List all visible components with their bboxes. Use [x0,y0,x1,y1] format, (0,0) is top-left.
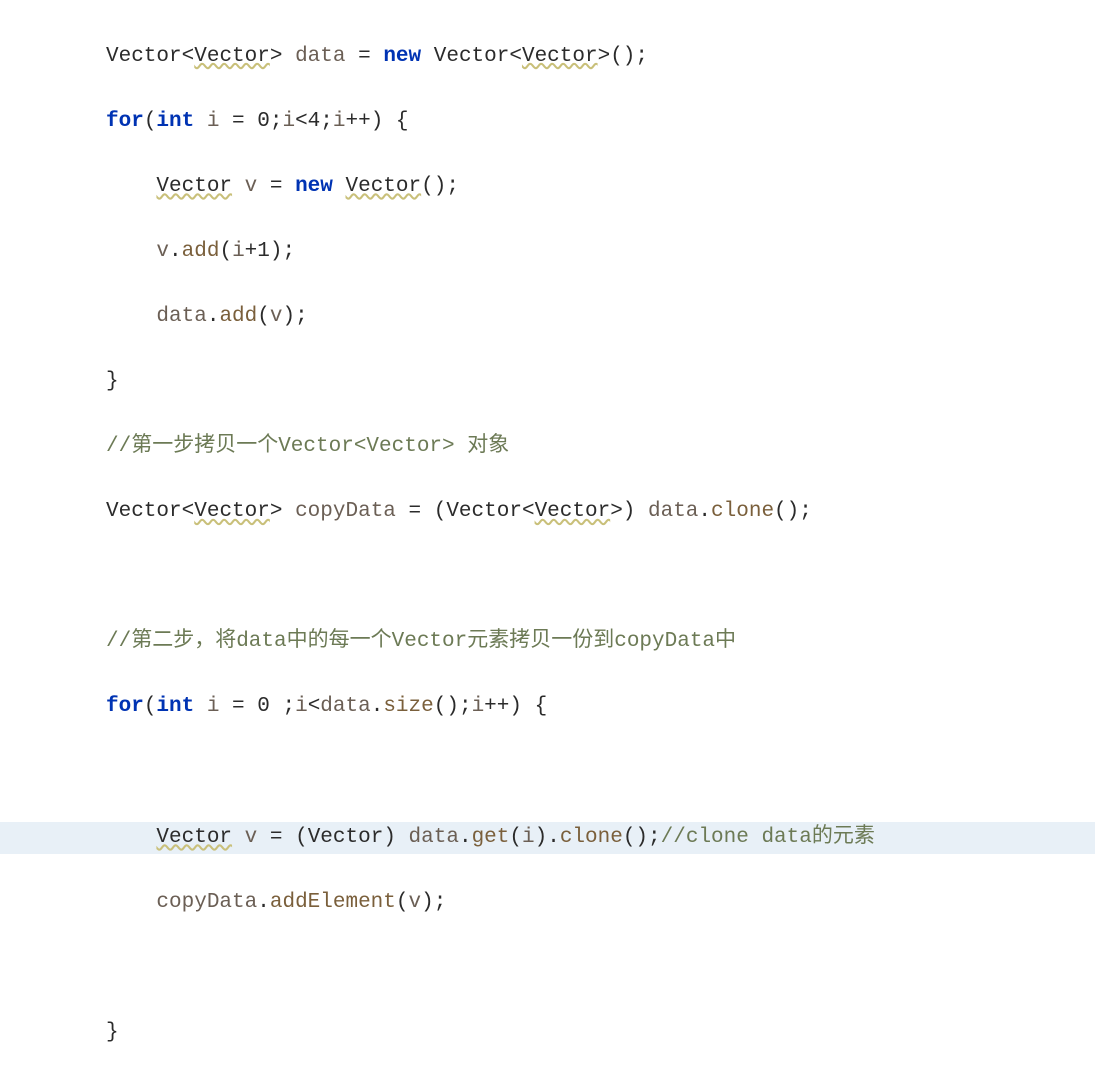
code-line-blank [0,757,1095,790]
code-line-comment: //第二步，将data中的每一个Vector元素拷贝一份到copyData中 [0,626,1095,659]
code-line-highlighted: Vector v = (Vector) data.get(i).clone();… [0,822,1095,855]
code-line: copyData.addElement(v); [0,887,1095,920]
code-line-blank [0,952,1095,985]
code-line-blank [0,561,1095,594]
code-line: Vector<Vector> data = new Vector<Vector>… [0,41,1095,74]
code-line: for(int i = 0 ;i<data.size();i++) { [0,691,1095,724]
code-line: Vector<Vector> copyData = (Vector<Vector… [0,496,1095,529]
code-editor[interactable]: Vector<Vector> data = new Vector<Vector>… [0,0,1095,1082]
code-line: } [0,366,1095,399]
code-line: } [0,1017,1095,1050]
code-line: v.add(i+1); [0,236,1095,269]
code-line: for(int i = 0;i<4;i++) { [0,106,1095,139]
code-line: Vector v = new Vector(); [0,171,1095,204]
code-line: data.add(v); [0,301,1095,334]
code-line-comment: //第一步拷贝一个Vector<Vector> 对象 [0,431,1095,464]
